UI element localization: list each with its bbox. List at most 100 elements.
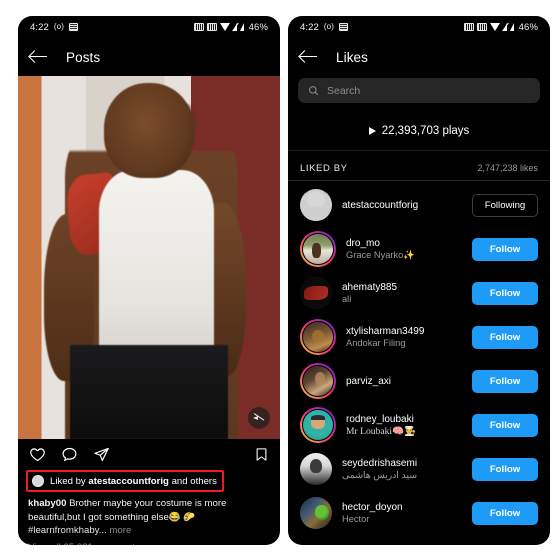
- username[interactable]: xtylisharman3499: [346, 326, 472, 337]
- signal-off-icon: [232, 23, 237, 31]
- sim-icon: [206, 23, 217, 31]
- speaker-mute-icon: [253, 413, 265, 423]
- fullname: Grace Nyarko✨: [346, 249, 415, 260]
- liked-by-prefix: Liked by: [50, 475, 86, 487]
- caption-author[interactable]: khaby00: [28, 498, 66, 509]
- username[interactable]: dro_mo: [346, 238, 472, 249]
- user-meta: atestaccountforig: [342, 200, 472, 211]
- posts-header: Posts: [18, 38, 280, 76]
- follow-button[interactable]: Follow: [472, 369, 538, 393]
- play-icon: [368, 126, 376, 135]
- search-icon: [309, 86, 319, 96]
- avatar[interactable]: [300, 497, 332, 529]
- post-caption: khaby00 Brother maybe your costume is mo…: [18, 492, 280, 538]
- follow-button[interactable]: Follow: [472, 325, 538, 349]
- username[interactable]: atestaccountforig: [342, 200, 472, 211]
- avatar[interactable]: [300, 453, 332, 485]
- cast-icon: (o): [323, 22, 334, 31]
- liker-list: atestaccountforig Following dro_mo Grace…: [288, 181, 550, 535]
- signal-icon: [239, 23, 244, 31]
- list-item[interactable]: parviz_axi Follow: [288, 359, 550, 403]
- user-meta: seydedrishasemi سید ادریس هاشمی: [342, 458, 472, 481]
- list-item[interactable]: atestaccountforig Following: [288, 183, 550, 227]
- post-video[interactable]: [18, 76, 280, 439]
- search-input[interactable]: Search: [298, 78, 540, 103]
- list-item[interactable]: seydedrishasemi سید ادریس هاشمی Follow: [288, 447, 550, 491]
- likes-header: Likes: [288, 38, 550, 76]
- liker-avatar: [32, 475, 44, 487]
- list-item[interactable]: hector_doyon Hector Follow: [288, 491, 550, 535]
- liked-by-label: LIKED BY: [300, 163, 348, 174]
- sim-icon: [476, 23, 487, 31]
- search-placeholder: Search: [327, 84, 361, 97]
- bookmark-icon[interactable]: [254, 446, 269, 463]
- user-meta: rodney_loubaki Mr Loubaki🧠👨‍🍳: [346, 414, 472, 437]
- battery-percent: 46%: [248, 21, 268, 33]
- heart-icon[interactable]: [29, 446, 46, 463]
- share-icon[interactable]: [93, 446, 110, 463]
- post-action-bar: [18, 439, 280, 469]
- user-meta: parviz_axi: [346, 376, 472, 387]
- username[interactable]: hector_doyon: [342, 502, 472, 513]
- avatar[interactable]: [300, 231, 336, 267]
- liked-by-section-header: LIKED BY 2,747,238 likes: [288, 151, 550, 181]
- liked-by-text: Liked by atestaccountforig and others: [50, 476, 217, 487]
- video-frame: [18, 76, 280, 439]
- fullname: سید ادریس هاشمی: [342, 469, 417, 480]
- following-button[interactable]: Following: [472, 193, 538, 217]
- back-arrow-icon[interactable]: [30, 50, 48, 64]
- avatar[interactable]: [300, 407, 336, 443]
- avatar[interactable]: [300, 277, 332, 309]
- status-time: 4:22: [300, 21, 319, 33]
- sim-icon: [193, 23, 204, 31]
- mute-toggle-button[interactable]: [248, 407, 270, 429]
- follow-button[interactable]: Follow: [472, 501, 538, 525]
- image-icon: [338, 23, 348, 31]
- follow-button[interactable]: Follow: [472, 413, 538, 437]
- list-item[interactable]: xtylisharman3499 Andokar Filing Follow: [288, 315, 550, 359]
- caption-hashtag[interactable]: #learnfromkhaby...: [28, 525, 107, 536]
- page-title: Likes: [336, 49, 369, 65]
- likes-count: 2,747,238 likes: [477, 163, 538, 173]
- avatar[interactable]: [300, 189, 332, 221]
- follow-button[interactable]: Follow: [472, 281, 538, 305]
- status-time: 4:22: [30, 21, 49, 33]
- list-item[interactable]: ahematy885 ali Follow: [288, 271, 550, 315]
- fullname: Mr Loubaki🧠👨‍🍳: [346, 425, 416, 437]
- image-icon: [68, 23, 78, 31]
- play-count-text: 22,393,703 plays: [381, 124, 470, 137]
- likes-screen: 4:22 (o) 46% Likes Search 22,393,703 pla…: [288, 16, 550, 545]
- liked-by-highlight[interactable]: Liked by atestaccountforig and others: [26, 470, 224, 492]
- user-meta: ahematy885 ali: [342, 282, 472, 304]
- cast-icon: (o): [53, 22, 64, 31]
- avatar[interactable]: [300, 363, 336, 399]
- page-title: Posts: [66, 49, 101, 65]
- search-container: Search: [288, 76, 550, 111]
- view-all-comments-link[interactable]: View all 25,081 comments: [18, 538, 280, 546]
- user-meta: dro_mo Grace Nyarko✨: [346, 238, 472, 261]
- sim-icon: [463, 23, 474, 31]
- follow-button[interactable]: Follow: [472, 457, 538, 481]
- username[interactable]: rodney_loubaki: [346, 414, 472, 425]
- avatar[interactable]: [300, 319, 336, 355]
- list-item[interactable]: rodney_loubaki Mr Loubaki🧠👨‍🍳 Follow: [288, 403, 550, 447]
- posts-screen: 4:22 (o) 46% Posts Liked by atestaccount…: [18, 16, 280, 545]
- liked-by-suffix[interactable]: and others: [172, 476, 217, 487]
- follow-button[interactable]: Follow: [472, 237, 538, 261]
- status-bar-right: 4:22 (o) 46%: [288, 16, 550, 38]
- fullname: ali: [342, 294, 352, 304]
- back-arrow-icon[interactable]: [300, 50, 318, 64]
- wifi-icon: [489, 23, 500, 31]
- battery-percent: 46%: [518, 21, 538, 33]
- signal-icon: [509, 23, 514, 31]
- comment-icon[interactable]: [61, 446, 78, 463]
- caption-more-link[interactable]: more: [107, 525, 131, 536]
- list-item[interactable]: dro_mo Grace Nyarko✨ Follow: [288, 227, 550, 271]
- username[interactable]: ahematy885: [342, 282, 472, 293]
- username[interactable]: seydedrishasemi: [342, 458, 472, 469]
- screenshot-stage: 4:22 (o) 46% Posts Liked by atestaccount…: [0, 0, 560, 560]
- status-bar-left: 4:22 (o) 46%: [18, 16, 280, 38]
- liked-by-username[interactable]: atestaccountforig: [88, 476, 169, 487]
- username[interactable]: parviz_axi: [346, 376, 472, 387]
- fullname: Hector: [342, 514, 370, 524]
